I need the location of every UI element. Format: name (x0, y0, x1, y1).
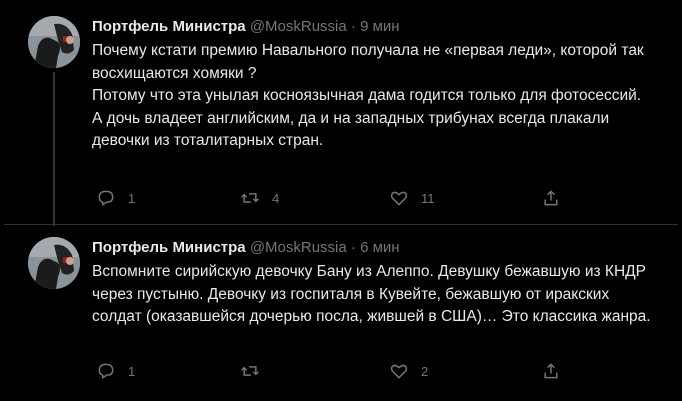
reply-icon (98, 363, 114, 379)
avatar[interactable] (28, 16, 80, 68)
heart-icon (390, 191, 408, 206)
author-handle[interactable]: @MoskRussia (250, 18, 347, 35)
timestamp[interactable]: 6 мин (360, 239, 400, 256)
share-icon (544, 190, 558, 206)
tweet-actions: 1 2 (92, 359, 562, 383)
like-button[interactable]: 11 (389, 186, 435, 210)
like-button[interactable]: 2 (389, 359, 428, 383)
timestamp[interactable]: 9 мин (360, 18, 400, 35)
reply-count: 1 (128, 190, 136, 206)
reply-button[interactable]: 1 (96, 359, 135, 383)
separator-dot: · (350, 239, 356, 256)
share-icon (544, 363, 558, 379)
heart-icon (390, 364, 408, 379)
reply-button[interactable]: 1 (96, 186, 135, 210)
like-count: 2 (421, 363, 429, 379)
tweet-text-line: Потому что эта унылая косноязычная дама … (92, 87, 642, 104)
reply-count: 1 (128, 363, 136, 379)
separator-dot: · (350, 18, 356, 35)
author-name[interactable]: Портфель Министра (92, 239, 246, 256)
reply-icon (98, 190, 114, 206)
thread-connector (53, 72, 55, 226)
tweet[interactable]: Портфель Министра @MoskRussia · 6 мин Вс… (4, 225, 678, 397)
tweet-header: Портфель Министра @MoskRussia · 9 мин (92, 17, 400, 37)
tweet-header: Портфель Министра @MoskRussia · 6 мин (92, 238, 400, 258)
tweet-text: Вспомните сирийскую девочку Бану из Алеп… (92, 261, 662, 329)
tweet-text-line: А дочь владеет английским, да и на запад… (92, 109, 610, 150)
retweet-button[interactable]: 4 (240, 186, 279, 210)
author-handle[interactable]: @MoskRussia (250, 239, 347, 256)
author-name[interactable]: Портфель Министра (92, 18, 246, 35)
retweet-count: 4 (272, 190, 280, 206)
like-count: 11 (421, 190, 435, 206)
tweet-actions: 1 4 11 (92, 186, 562, 210)
tweet-text-line: Почему кстати премию Навального получала… (92, 42, 644, 82)
retweet-button[interactable] (240, 359, 272, 383)
share-button[interactable] (541, 186, 561, 210)
tweet[interactable]: Портфель Министра @MoskRussia · 9 мин По… (4, 4, 678, 226)
tweet-text-line: Вспомните сирийскую девочку Бану из Алеп… (92, 263, 651, 325)
tweet-text: Почему кстати премию Навального получала… (92, 40, 662, 153)
timeline: Портфель Министра @MoskRussia · 9 мин По… (4, 4, 678, 397)
retweet-icon (241, 193, 259, 203)
avatar[interactable] (28, 237, 80, 289)
retweet-icon (241, 366, 259, 376)
share-button[interactable] (541, 359, 561, 383)
